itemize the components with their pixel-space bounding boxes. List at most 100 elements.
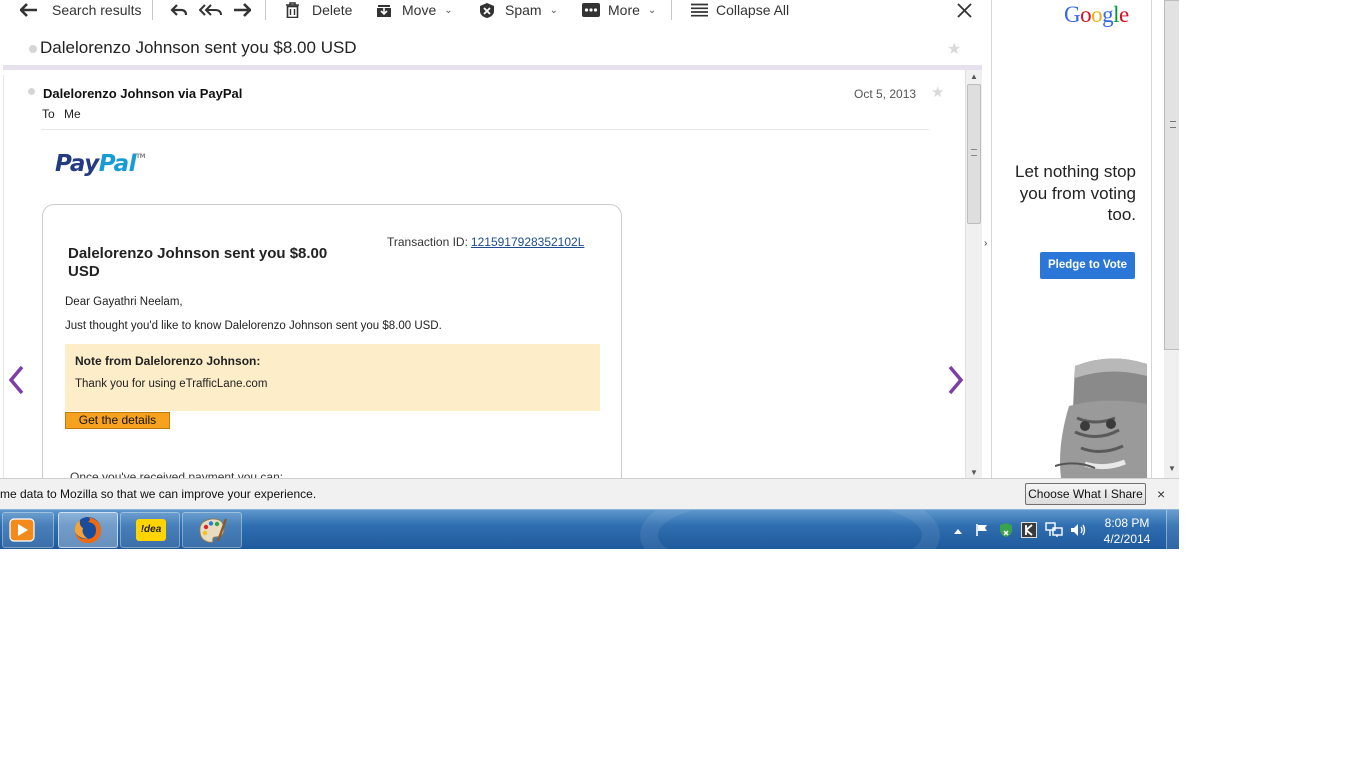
to-label: To <box>42 107 55 121</box>
collapse-all-label: Collapse All <box>716 2 790 18</box>
mail-toolbar: Search results Delete Move ⌄ Spam ⌄ More… <box>0 0 982 22</box>
ad-panel: Google Let nothing stop you from voting … <box>993 0 1151 478</box>
taskbar-decoration <box>640 510 940 549</box>
scroll-down-icon[interactable]: ▼ <box>1168 464 1176 473</box>
forward-button[interactable] <box>233 0 251 20</box>
note-title: Note from Dalelorenzo Johnson: <box>75 354 261 368</box>
note-text: Thank you for using eTrafficLane.com <box>75 378 268 390</box>
message-pane: Dalelorenzo Johnson via PayPal Oct 5, 20… <box>3 75 965 478</box>
recipient-line: To Me <box>42 107 81 121</box>
transaction-id-line: Transaction ID: 1215917928352102L <box>387 235 584 249</box>
grip-icon <box>1170 121 1176 128</box>
previous-message-arrow[interactable] <box>8 365 24 400</box>
k-app-tray-icon[interactable] <box>1021 522 1037 538</box>
paint-palette-icon <box>199 518 228 543</box>
star-icon[interactable]: ★ <box>947 39 961 59</box>
clock-date: 4/2/2014 <box>1103 532 1151 546</box>
browser-viewport: Search results Delete Move ⌄ Spam ⌄ More… <box>0 0 1179 549</box>
page-scroll-thumb[interactable] <box>1164 0 1179 350</box>
chevron-down-icon: ⌄ <box>647 4 657 16</box>
sender-name[interactable]: Dalelorenzo Johnson via PayPal <box>43 86 242 101</box>
back-to-search-button[interactable]: Search results <box>20 0 141 20</box>
paint-taskbar-button[interactable] <box>182 512 242 548</box>
message-subject: Dalelorenzo Johnson sent you $8.00 USD <box>40 38 357 57</box>
action-center-flag-icon[interactable] <box>975 523 989 537</box>
more-dots-icon <box>582 3 600 17</box>
chevron-right-icon: › <box>984 238 988 249</box>
notification-bar: me data to Mozilla so that we can improv… <box>0 478 1179 509</box>
transaction-label: Transaction ID: <box>387 235 468 249</box>
choose-what-i-share-button[interactable]: Choose What I Share <box>1025 483 1146 505</box>
message-scrollbar[interactable]: ▲ ▼ <box>965 70 982 478</box>
trash-icon <box>286 2 299 18</box>
message-date: Oct 5, 2013 <box>854 87 917 101</box>
idea-taskbar-button[interactable]: !dea <box>120 512 180 548</box>
close-message-button[interactable] <box>957 0 972 20</box>
unread-dot-icon[interactable] <box>28 88 35 95</box>
toolbar-divider <box>152 0 153 20</box>
ad-collapse-handle[interactable]: › <box>982 0 992 478</box>
chevron-left-icon <box>8 365 24 395</box>
sender-note-box: Note from Dalelorenzo Johnson: Thank you… <box>65 344 600 411</box>
grip-icon <box>971 149 977 156</box>
notification-text: me data to Mozilla so that we can improv… <box>0 487 317 501</box>
unread-dot-icon[interactable] <box>29 45 37 53</box>
subject-bar: Dalelorenzo Johnson sent you $8.00 USD ★ <box>3 28 982 70</box>
more-button[interactable]: More ⌄ <box>582 0 656 20</box>
recipient-name[interactable]: Me <box>64 107 81 121</box>
network-icon[interactable] <box>1045 522 1063 538</box>
pledge-to-vote-button[interactable]: Pledge to Vote <box>1040 252 1135 279</box>
show-hidden-icons-icon[interactable] <box>953 527 963 535</box>
reply-icon <box>170 4 188 16</box>
delete-label: Delete <box>312 2 353 18</box>
scroll-up-icon[interactable]: ▲ <box>970 72 978 81</box>
delete-button[interactable]: Delete <box>285 0 352 20</box>
message-scroll-thumb[interactable] <box>967 84 981 224</box>
media-player-icon <box>9 518 35 542</box>
spam-button[interactable]: Spam ⌄ <box>479 0 558 20</box>
close-icon[interactable]: × <box>1157 486 1165 502</box>
spam-label: Spam <box>505 2 542 18</box>
paypal-logo: PayPalTM <box>55 151 146 177</box>
security-shield-icon[interactable] <box>998 522 1014 538</box>
google-logo: Google <box>1064 2 1129 27</box>
reply-all-icon <box>199 4 222 16</box>
show-desktop-button[interactable] <box>1166 510 1179 549</box>
move-button[interactable]: Move ⌄ <box>376 0 453 20</box>
next-message-arrow[interactable] <box>948 365 964 400</box>
ad-portrait-image <box>1055 358 1147 478</box>
chevron-right-icon <box>948 365 964 395</box>
clock-time: 8:08 PM <box>1104 516 1150 530</box>
header-divider <box>42 129 929 130</box>
move-label: Move <box>402 2 437 18</box>
star-icon[interactable]: ★ <box>931 83 944 101</box>
firefox-taskbar-button[interactable] <box>58 512 118 548</box>
get-details-button[interactable]: Get the details <box>65 412 170 429</box>
ad-headline: Let nothing stop you from voting too. <box>1015 162 1136 224</box>
reply-all-button[interactable] <box>199 0 223 20</box>
windows-taskbar: !dea 8:08 PM 4/2/2014 <box>0 509 1179 549</box>
toolbar-divider <box>671 0 672 20</box>
page-scrollbar[interactable]: ▼ <box>1151 0 1179 478</box>
media-player-taskbar-button[interactable] <box>2 512 54 548</box>
move-folder-icon <box>377 5 391 17</box>
screen: Search results Delete Move ⌄ Spam ⌄ More… <box>0 0 1366 768</box>
close-icon <box>957 2 972 18</box>
volume-icon[interactable] <box>1069 522 1087 538</box>
list-lines-icon <box>691 3 708 17</box>
more-label: More <box>608 2 640 18</box>
scroll-down-icon[interactable]: ▼ <box>970 468 978 477</box>
forward-arrow-icon <box>234 3 251 17</box>
collapse-all-button[interactable]: Collapse All <box>691 0 789 20</box>
toolbar-divider <box>265 0 266 20</box>
after-payment-text: Once you've received payment you can: <box>70 470 284 478</box>
taskbar-clock[interactable]: 8:08 PM 4/2/2014 <box>1092 515 1162 547</box>
idea-icon: !dea <box>136 519 166 541</box>
spam-shield-icon <box>480 2 494 18</box>
transaction-id-link[interactable]: 1215917928352102L <box>471 235 584 249</box>
firefox-icon <box>74 517 102 543</box>
chevron-down-icon: ⌄ <box>444 4 453 16</box>
reply-button[interactable] <box>170 0 188 20</box>
back-label: Search results <box>52 2 142 18</box>
chevron-down-icon: ⌄ <box>549 4 558 16</box>
